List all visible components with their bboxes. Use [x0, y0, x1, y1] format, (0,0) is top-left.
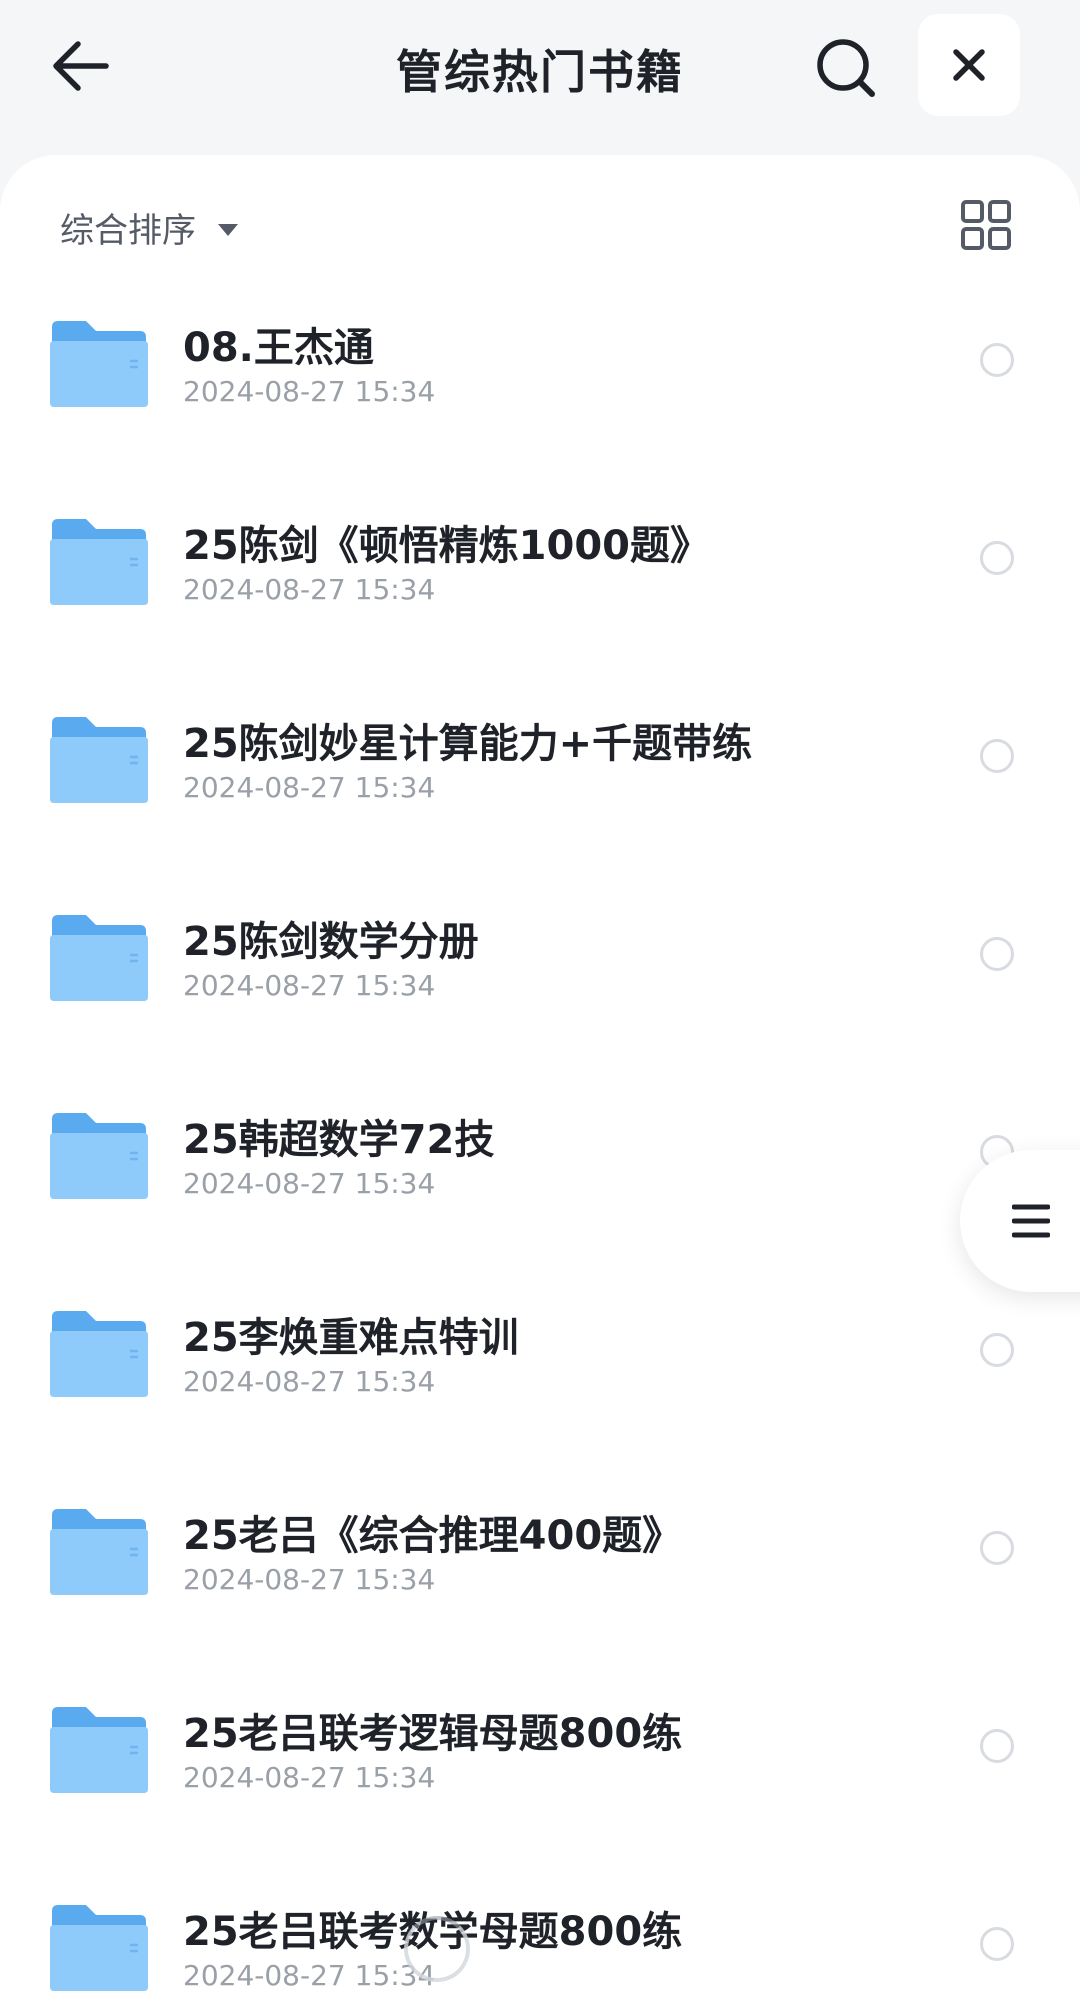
folder-name: 25陈剑妙星计算能力+千题带练 [183, 721, 753, 767]
folder-name: 25老吕联考逻辑母题800练 [183, 1711, 683, 1757]
file-list-panel: 综合排序 08.王杰通 2024-08-27 15:34 25陈剑《顿悟精炼10… [0, 155, 1080, 2002]
list-item[interactable]: 25陈剑数学分册 2024-08-27 15:34 [0, 899, 1080, 1097]
grid-view-icon [961, 200, 1011, 250]
header-bar: 管综热门书籍 [0, 0, 1080, 155]
menu-icon [1012, 1204, 1050, 1238]
close-icon [953, 49, 985, 81]
list-item[interactable]: 25陈剑妙星计算能力+千题带练 2024-08-27 15:34 [0, 701, 1080, 899]
folder-name: 25陈剑数学分册 [183, 919, 479, 965]
folder-name: 25老吕《综合推理400题》 [183, 1513, 683, 1559]
sort-dropdown[interactable]: 综合排序 [60, 203, 238, 252]
folder-date: 2024-08-27 15:34 [183, 771, 436, 804]
folder-icon [50, 519, 148, 605]
folder-name: 25韩超数学72技 [183, 1117, 495, 1163]
list-item[interactable]: 25老吕联考逻辑母题800练 2024-08-27 15:34 [0, 1691, 1080, 1889]
folder-icon [50, 1905, 148, 1991]
folder-icon [50, 915, 148, 1001]
list-item[interactable]: 25韩超数学72技 2024-08-27 15:34 [0, 1097, 1080, 1295]
folder-list: 08.王杰通 2024-08-27 15:34 25陈剑《顿悟精炼1000题》 … [0, 305, 1080, 2002]
sort-label: 综合排序 [60, 211, 196, 251]
folder-icon [50, 1707, 148, 1793]
select-radio[interactable] [980, 1927, 1014, 1961]
folder-date: 2024-08-27 15:34 [183, 375, 436, 408]
folder-name: 08.王杰通 [183, 325, 374, 371]
folder-date: 2024-08-27 15:34 [183, 573, 436, 606]
select-radio[interactable] [980, 1333, 1014, 1367]
list-item[interactable]: 25李焕重难点特训 2024-08-27 15:34 [0, 1295, 1080, 1493]
list-item[interactable]: 25陈剑《顿悟精炼1000题》 2024-08-27 15:34 [0, 503, 1080, 701]
search-button[interactable] [812, 34, 880, 102]
folder-icon [50, 1509, 148, 1595]
select-radio[interactable] [980, 541, 1014, 575]
folder-name: 25李焕重难点特训 [183, 1315, 519, 1361]
close-button[interactable] [918, 14, 1020, 116]
folder-icon [50, 1113, 148, 1199]
select-radio[interactable] [980, 343, 1014, 377]
select-radio[interactable] [980, 739, 1014, 773]
folder-date: 2024-08-27 15:34 [183, 1761, 436, 1794]
folder-date: 2024-08-27 15:34 [183, 1563, 436, 1596]
caret-down-icon [218, 223, 238, 236]
select-radio[interactable] [980, 1729, 1014, 1763]
folder-date: 2024-08-27 15:34 [183, 969, 436, 1002]
list-item[interactable]: 25老吕联考数学母题800练 2024-08-27 15:34 [0, 1889, 1080, 2002]
folder-icon [50, 717, 148, 803]
folder-date: 2024-08-27 15:34 [183, 1365, 436, 1398]
list-item[interactable]: 08.王杰通 2024-08-27 15:34 [0, 305, 1080, 503]
grid-view-button[interactable] [960, 199, 1012, 251]
folder-icon [50, 321, 148, 407]
folder-name: 25陈剑《顿悟精炼1000题》 [183, 523, 710, 569]
loading-spinner [404, 1916, 470, 1982]
folder-icon [50, 1311, 148, 1397]
select-radio[interactable] [980, 1531, 1014, 1565]
select-radio[interactable] [980, 937, 1014, 971]
list-item[interactable]: 25老吕《综合推理400题》 2024-08-27 15:34 [0, 1493, 1080, 1691]
search-icon [817, 39, 875, 97]
folder-date: 2024-08-27 15:34 [183, 1959, 436, 1992]
folder-date: 2024-08-27 15:34 [183, 1167, 436, 1200]
